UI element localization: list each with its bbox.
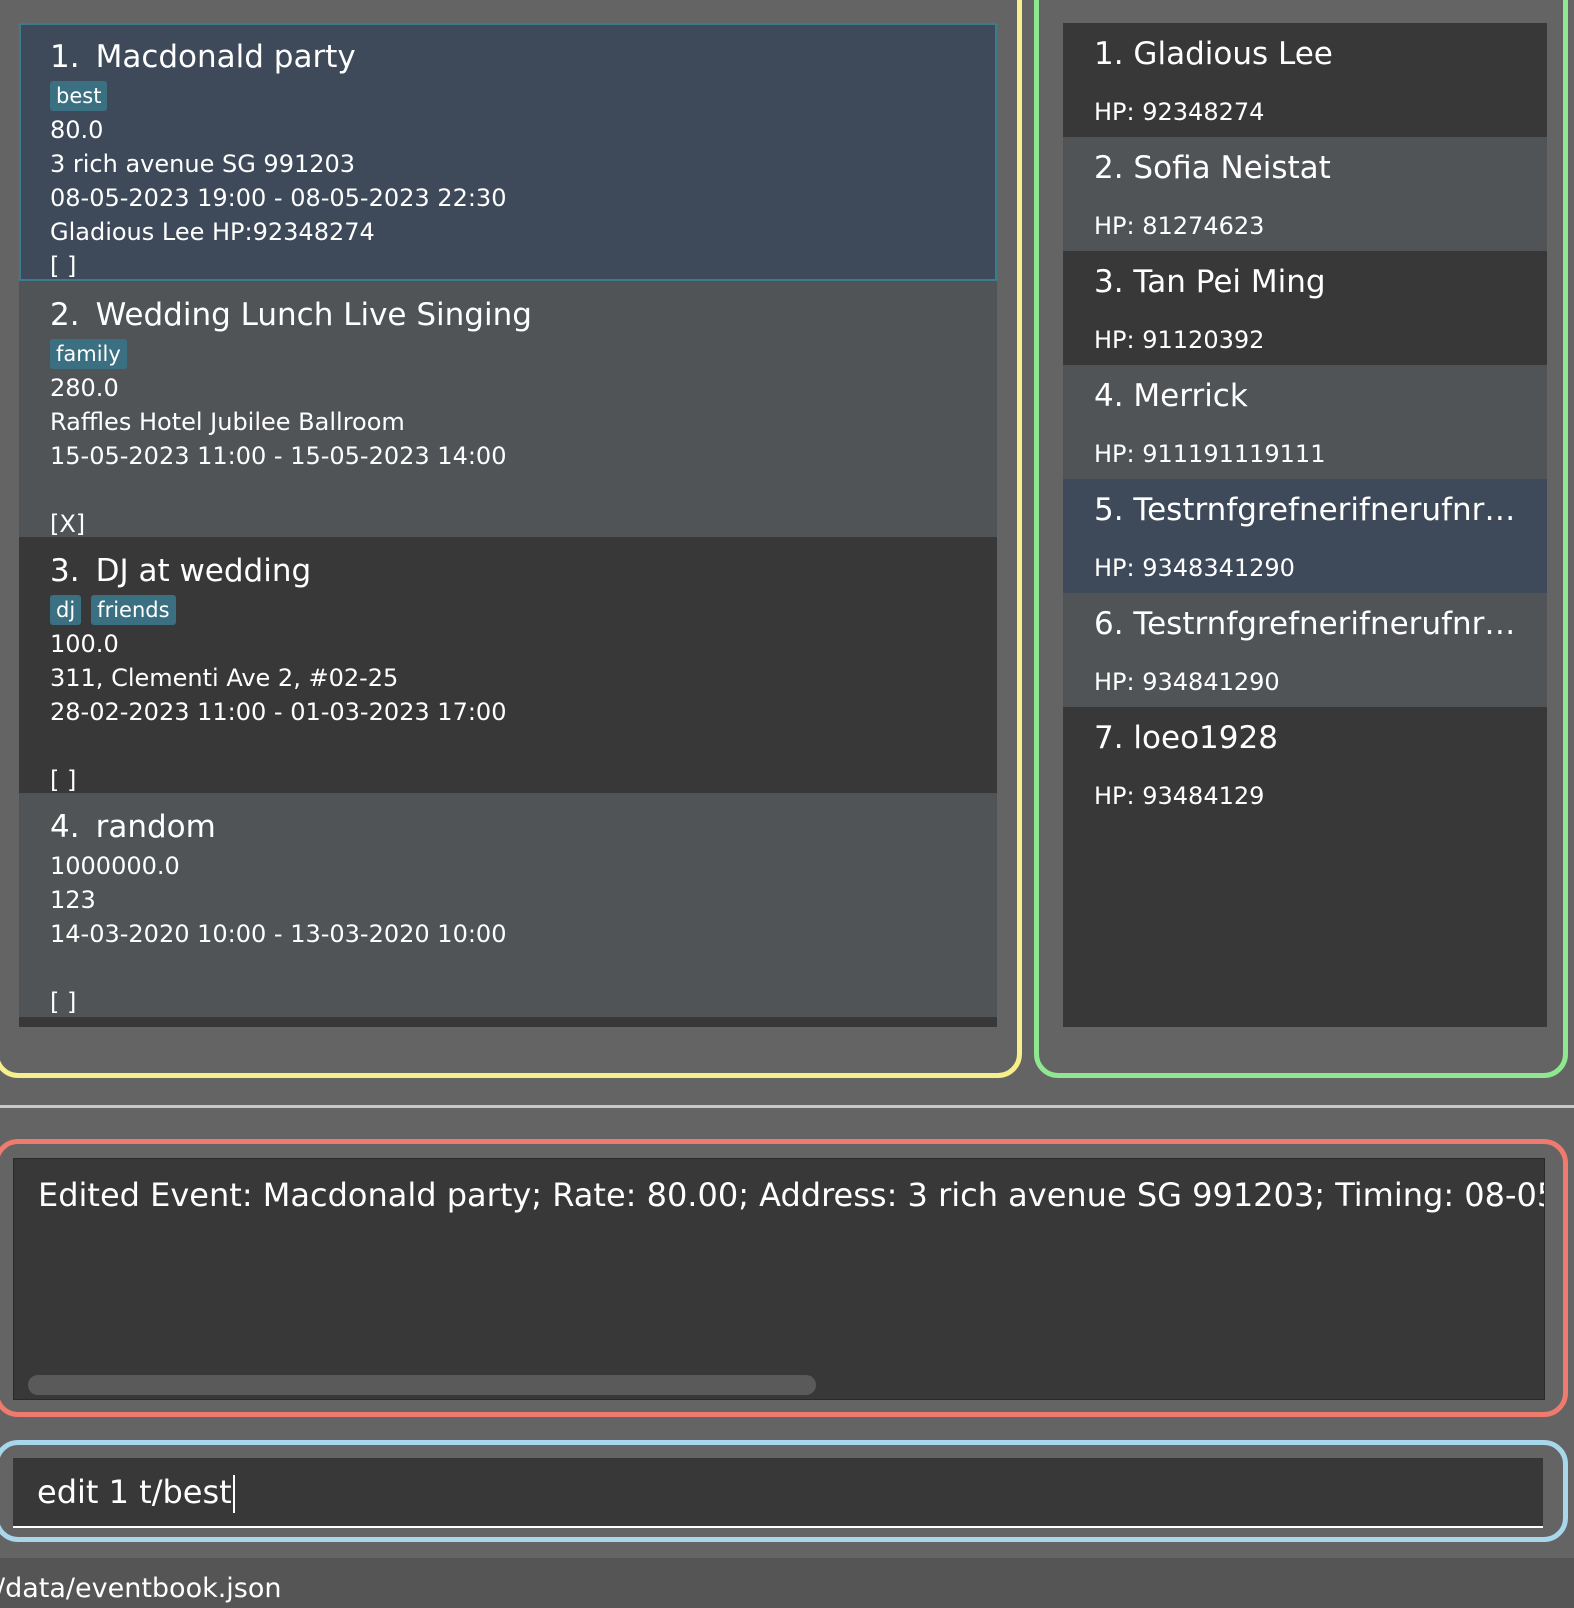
- event-index: 1.: [50, 39, 80, 75]
- event-title: 3. DJ at wedding: [50, 551, 967, 591]
- event-contact: [50, 729, 967, 763]
- event-title: 1. Macdonald party: [50, 37, 967, 77]
- person-card-6[interactable]: 6. Testrnfgrefnerifnerufnrweff... HP: 93…: [1063, 593, 1547, 707]
- result-message: Edited Event: Macdonald party; Rate: 80.…: [38, 1176, 1544, 1214]
- person-phone: HP: 81274623: [1094, 212, 1265, 240]
- event-list-panel: 1. Macdonald party best 80.0 3 rich avenu…: [0, 0, 1022, 1078]
- person-card-1[interactable]: 1. Gladious Lee HP: 92348274: [1063, 23, 1547, 137]
- split-pane-divider[interactable]: [0, 1105, 1574, 1108]
- event-done-mark: [X]: [50, 510, 86, 538]
- event-done-mark: [ ]: [50, 252, 77, 280]
- event-name: random: [95, 809, 216, 845]
- event-card-4[interactable]: 4. random 1000000.0 123 14-03-2020 10:00 …: [19, 793, 997, 1017]
- event-address: 311, Clementi Ave 2, #02-25: [50, 664, 399, 692]
- person-phone: HP: 934841290: [1094, 668, 1280, 696]
- tag-badge: family: [50, 339, 127, 369]
- horizontal-scrollbar[interactable]: [28, 1375, 816, 1395]
- person-card-3[interactable]: 3. Tan Pei Ming HP: 91120392: [1063, 251, 1547, 365]
- event-title: 4. random: [50, 807, 967, 847]
- person-card-2[interactable]: 2. Sofia Neistat HP: 81274623: [1063, 137, 1547, 251]
- event-name: Wedding Lunch Live Singing: [95, 297, 532, 333]
- event-index: 4.: [50, 809, 80, 845]
- event-timing: 28-02-2023 11:00 - 01-03-2023 17:00: [50, 698, 507, 726]
- person-card-5[interactable]: 5. Testrnfgrefnerifnerufnrweffe... HP: 9…: [1063, 479, 1547, 593]
- event-address: 123: [50, 886, 96, 914]
- person-name: 2. Sofia Neistat: [1094, 150, 1331, 186]
- person-name: 3. Tan Pei Ming: [1094, 264, 1326, 300]
- event-name: Macdonald party: [95, 39, 356, 75]
- event-contact: Gladious Lee HP:92348274: [50, 218, 375, 246]
- event-done-mark: [ ]: [50, 988, 77, 1016]
- event-card-1[interactable]: 1. Macdonald party best 80.0 3 rich avenu…: [19, 23, 997, 281]
- person-card-4[interactable]: 4. Merrick HP: 911191119111: [1063, 365, 1547, 479]
- event-card-2[interactable]: 2. Wedding Lunch Live Singing family 280.…: [19, 281, 997, 538]
- event-contact: [50, 951, 967, 985]
- event-rate: 100.0: [50, 630, 119, 658]
- person-phone: HP: 92348274: [1094, 98, 1265, 126]
- event-timing: 08-05-2023 19:00 - 08-05-2023 22:30: [50, 184, 507, 212]
- event-timing: 14-03-2020 10:00 - 13-03-2020 10:00: [50, 920, 507, 948]
- result-display[interactable]: Edited Event: Macdonald party; Rate: 80.…: [13, 1158, 1545, 1400]
- person-card-7[interactable]: 7. loeo1928 HP: 93484129: [1063, 707, 1547, 821]
- command-input-field[interactable]: edit 1 t/best: [13, 1458, 1543, 1528]
- person-list[interactable]: 1. Gladious Lee HP: 92348274 2. Sofia Ne…: [1063, 23, 1547, 1027]
- event-title: 2. Wedding Lunch Live Singing: [50, 295, 967, 335]
- person-name: 6. Testrnfgrefnerifnerufnrweff...: [1094, 606, 1533, 642]
- event-rate: 280.0: [50, 374, 119, 402]
- person-phone: HP: 911191119111: [1094, 440, 1326, 468]
- event-list[interactable]: 1. Macdonald party best 80.0 3 rich avenu…: [19, 23, 997, 1027]
- event-name: DJ at wedding: [95, 553, 312, 589]
- command-input-text[interactable]: edit 1 t/best: [37, 1473, 232, 1511]
- event-rate: 80.0: [50, 116, 104, 144]
- event-tags: family: [50, 337, 967, 371]
- event-done-mark: [ ]: [50, 766, 77, 794]
- event-address: Raffles Hotel Jubilee Ballroom: [50, 408, 405, 436]
- person-phone: HP: 91120392: [1094, 326, 1265, 354]
- person-phone: HP: 9348341290: [1094, 554, 1295, 582]
- event-address: 3 rich avenue SG 991203: [50, 150, 356, 178]
- person-name: 5. Testrnfgrefnerifnerufnrweffe...: [1094, 492, 1533, 528]
- person-name: 1. Gladious Lee: [1094, 36, 1333, 72]
- person-name: 7. loeo1928: [1094, 720, 1278, 756]
- person-list-panel: 1. Gladious Lee HP: 92348274 2. Sofia Ne…: [1034, 0, 1568, 1078]
- command-box-panel: edit 1 t/best: [0, 1440, 1568, 1542]
- event-index: 3.: [50, 553, 80, 589]
- tag-badge: friends: [91, 595, 176, 625]
- event-timing: 15-05-2023 11:00 - 15-05-2023 14:00: [50, 442, 507, 470]
- person-name: 4. Merrick: [1094, 378, 1248, 414]
- person-phone: HP: 93484129: [1094, 782, 1265, 810]
- tag-badge: dj: [50, 595, 82, 625]
- event-tags: best: [50, 79, 967, 113]
- event-card-3[interactable]: 3. DJ at wedding dj friends 100.0 311, Cl…: [19, 537, 997, 794]
- status-bar: /data/eventbook.json: [0, 1558, 1574, 1608]
- event-rate: 1000000.0: [50, 852, 180, 880]
- result-display-panel: Edited Event: Macdonald party; Rate: 80.…: [0, 1139, 1568, 1417]
- event-index: 2.: [50, 297, 80, 333]
- event-contact: [50, 473, 967, 507]
- text-caret: [232, 1475, 235, 1513]
- save-file-path: /data/eventbook.json: [0, 1573, 282, 1604]
- event-tags: dj friends: [50, 593, 967, 627]
- tag-badge: best: [50, 81, 108, 111]
